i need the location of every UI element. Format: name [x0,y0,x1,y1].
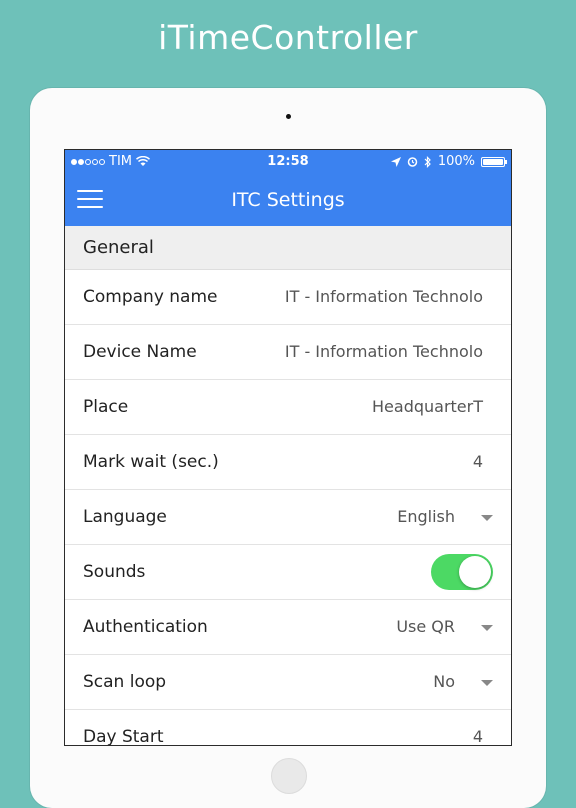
company-name-field[interactable]: IT - Information Technolo [285,287,483,306]
setting-label: Authentication [83,617,208,637]
battery-icon [481,156,507,167]
setting-row-language[interactable]: Language English [65,490,511,545]
bluetooth-icon [424,155,431,168]
setting-label: Place [83,397,129,417]
settings-list: General Company name IT - Information Te… [65,226,511,746]
toggle-knob [459,556,491,588]
setting-label: Company name [83,287,218,307]
location-arrow-icon [390,156,401,167]
section-header-general: General [65,226,511,270]
app-screen: TIM 12:58 100% ITC Settings General Comp… [64,149,512,746]
setting-row-device-name[interactable]: Device Name IT - Information Technolo [65,325,511,380]
setting-row-company-name[interactable]: Company name IT - Information Technolo [65,270,511,325]
battery-percent: 100% [437,154,475,169]
alarm-clock-icon [407,157,418,167]
chevron-down-icon[interactable] [481,625,493,631]
setting-row-day-start[interactable]: Day Start 4 [65,710,511,746]
device-name-field[interactable]: IT - Information Technolo [285,342,483,361]
status-bar: TIM 12:58 100% [65,150,511,172]
scan-loop-select[interactable]: No [433,672,455,691]
chevron-down-icon[interactable] [481,680,493,686]
setting-label: Sounds [83,562,146,582]
setting-row-place[interactable]: Place HeadquarterT [65,380,511,435]
setting-label: Scan loop [83,672,167,692]
place-field[interactable]: HeadquarterT [372,397,483,416]
language-select[interactable]: English [397,507,455,526]
page-title: ITC Settings [231,189,345,211]
setting-label: Device Name [83,342,197,362]
setting-label: Mark wait (sec.) [83,452,219,472]
authentication-select[interactable]: Use QR [396,617,455,636]
status-right: 100% [390,154,507,169]
promo-title: iTimeController [158,18,418,57]
sounds-toggle[interactable] [431,554,493,590]
day-start-field[interactable]: 4 [473,727,483,745]
setting-row-authentication[interactable]: Authentication Use QR [65,600,511,655]
nav-bar: ITC Settings [65,174,511,226]
home-button[interactable] [271,758,307,794]
setting-row-sounds[interactable]: Sounds [65,545,511,600]
app-header: TIM 12:58 100% ITC Settings [65,150,511,226]
chevron-down-icon[interactable] [481,515,493,521]
setting-row-scan-loop[interactable]: Scan loop No [65,655,511,710]
setting-row-mark-wait[interactable]: Mark wait (sec.) 4 [65,435,511,490]
camera-dot [286,114,291,119]
setting-label: Language [83,507,167,527]
setting-label: Day Start [83,727,164,746]
mark-wait-field[interactable]: 4 [473,452,483,471]
